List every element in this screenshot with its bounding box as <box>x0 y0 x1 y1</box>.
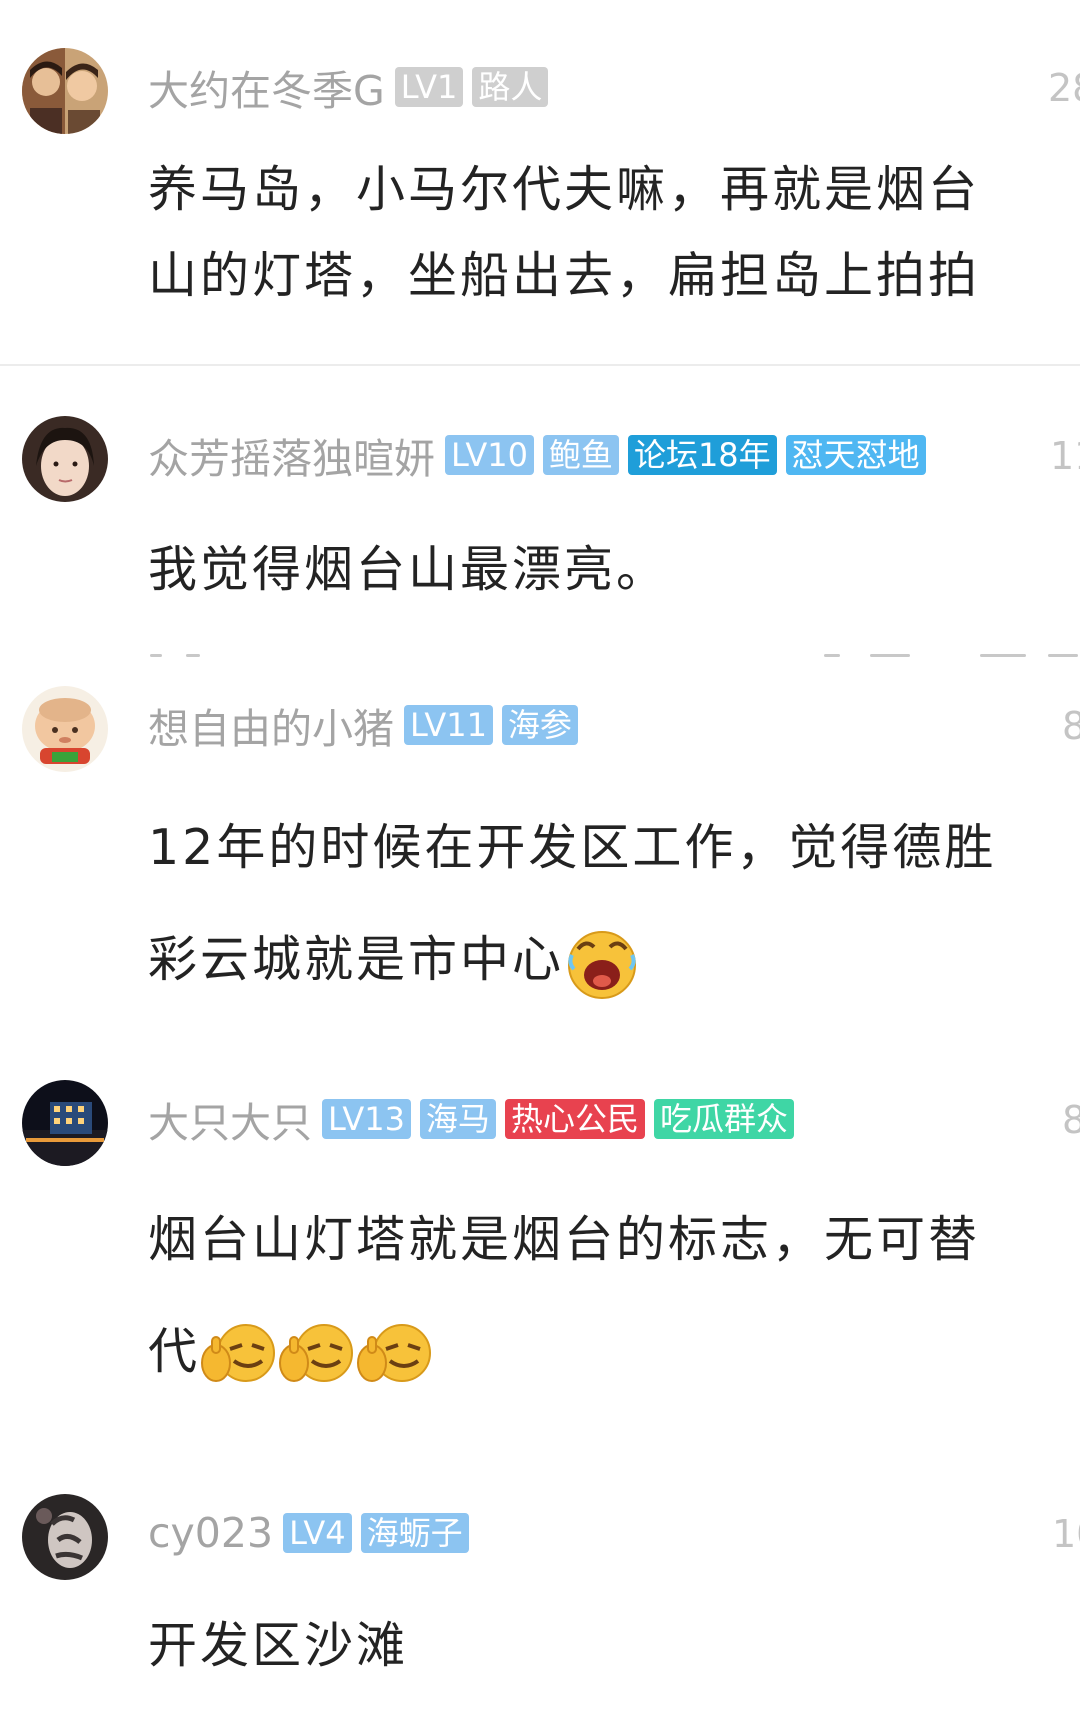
title-badge: 怼天怼地 <box>785 435 926 475</box>
title-badge: 鲍鱼 <box>542 435 619 475</box>
comment-text-line: 养马岛，小马尔代夫嘛，再就是烟台 <box>148 161 981 218</box>
level-badge: LV4 <box>283 1513 352 1553</box>
title-badge: 吃瓜群众 <box>653 1099 794 1139</box>
level-badge: LV1 <box>394 67 464 107</box>
comment-text-line: 代 <box>148 1312 434 1391</box>
username[interactable]: 大约在冬季G <box>148 57 385 117</box>
laughing-face-icon <box>564 925 640 1001</box>
comment-header: 大只大只 LV13 海马 热心公民 吃瓜群众 <box>148 1096 803 1147</box>
comment-header: cy023 LV4 海蛎子 <box>148 1509 478 1557</box>
action-row-cut <box>0 648 1080 662</box>
comment-text-line: 12年的时候在开发区工作，觉得德胜 <box>148 819 997 876</box>
avatar[interactable] <box>22 686 108 772</box>
comment-header: 大约在冬季G LV1 路人 <box>148 64 557 115</box>
timestamp: 10 <box>1052 1512 1080 1556</box>
comment-header: 众芳摇落独暄妍 LV10 鲍鱼 论坛18年 怼天怼地 <box>148 432 935 483</box>
thumbs-up-laugh-icon <box>200 1319 278 1391</box>
timestamp: 28 <box>1048 66 1080 110</box>
title-badge: 热心公民 <box>504 1099 645 1139</box>
level-badge: LV10 <box>445 435 534 475</box>
avatar[interactable] <box>22 416 108 502</box>
timestamp: 8 <box>1062 704 1080 748</box>
comment-text-line: 山的灯塔，坐船出去，扁担岛上拍拍 <box>148 247 981 304</box>
forum-age-badge: 论坛18年 <box>627 435 777 475</box>
timestamp: 8 <box>1062 1098 1080 1142</box>
username[interactable]: 众芳摇落独暄妍 <box>148 425 435 485</box>
level-badge: LV11 <box>404 705 493 745</box>
comment-text-line: 我觉得烟台山最漂亮。 <box>148 541 669 598</box>
timestamp: 11 <box>1050 434 1080 478</box>
title-badge: 海蛎子 <box>360 1513 469 1553</box>
divider <box>0 364 1080 366</box>
username[interactable]: 想自由的小猪 <box>148 695 394 755</box>
avatar[interactable] <box>22 48 108 134</box>
avatar[interactable] <box>22 1080 108 1166</box>
avatar[interactable] <box>22 1494 108 1580</box>
username[interactable]: 大只大只 <box>148 1089 312 1149</box>
title-badge: 海马 <box>419 1099 496 1139</box>
comment-text-line: 开发区沙滩 <box>148 1617 409 1674</box>
thumbs-up-laugh-icon <box>278 1319 356 1391</box>
comment-header: 想自由的小猪 LV11 海参 <box>148 702 587 753</box>
comment-text-line: 彩云城就是市中心 <box>148 920 640 1001</box>
thumbs-up-laugh-icon <box>356 1319 434 1391</box>
username[interactable]: cy023 <box>148 1509 273 1557</box>
comment-text-segment: 代 <box>148 1323 201 1380</box>
level-badge: LV13 <box>322 1099 411 1139</box>
comment-text-line: 烟台山灯塔就是烟台的标志，无可替 <box>148 1211 981 1268</box>
comment-text-segment: 彩云城就是市中心 <box>148 931 565 988</box>
title-badge: 路人 <box>472 67 549 107</box>
title-badge: 海参 <box>501 705 578 745</box>
